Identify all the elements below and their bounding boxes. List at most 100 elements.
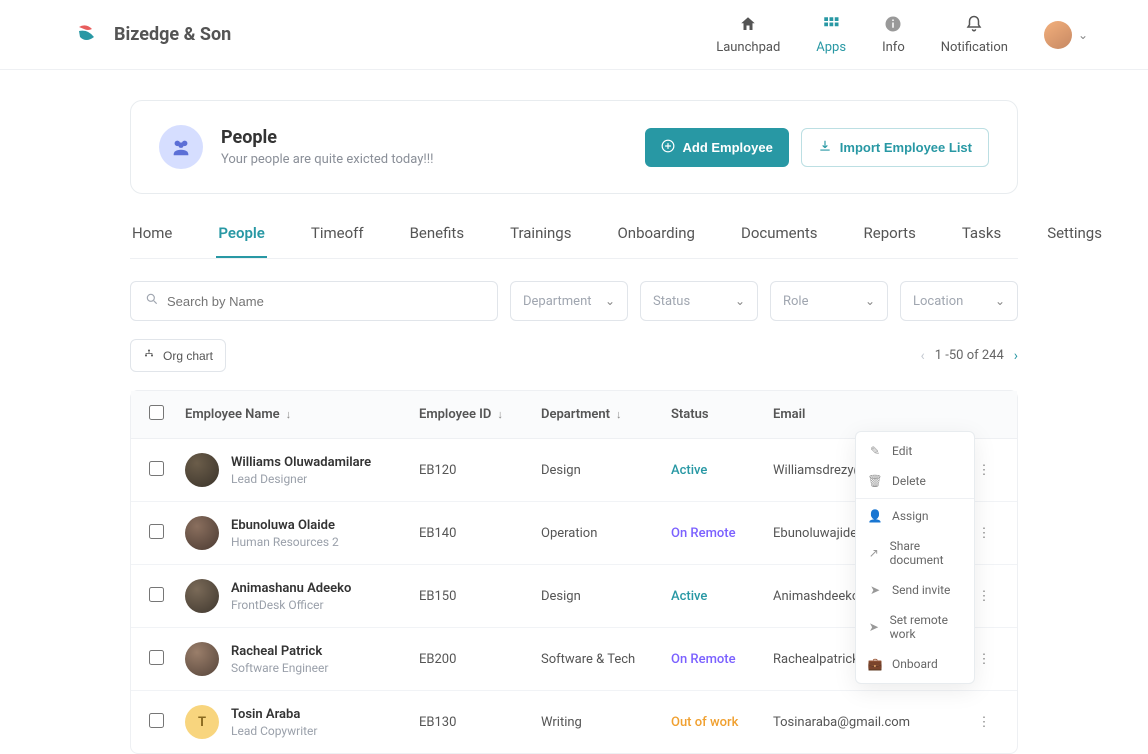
filter-location[interactable]: Location⌄ xyxy=(900,281,1018,321)
page-subtitle: Your people are quite exicted today!!! xyxy=(221,152,433,167)
pencil-icon: ✎ xyxy=(868,444,882,458)
employee-avatar xyxy=(185,516,219,550)
tab-trainings[interactable]: Trainings xyxy=(508,224,573,258)
brand-logo xyxy=(74,23,98,47)
nav-notification[interactable]: Notification xyxy=(941,14,1008,55)
row-checkbox[interactable] xyxy=(149,524,164,539)
topnav: Launchpad Apps Info Notification ⌄ xyxy=(716,14,1088,55)
search-input[interactable] xyxy=(167,294,483,309)
menu-assign[interactable]: 👤Assign xyxy=(856,501,974,531)
col-name[interactable]: Employee Name↓ xyxy=(185,407,419,422)
employee-id: EB200 xyxy=(419,652,541,667)
filter-department[interactable]: Department⌄ xyxy=(510,281,628,321)
nav-launchpad[interactable]: Launchpad xyxy=(716,14,780,55)
row-checkbox[interactable] xyxy=(149,713,164,728)
grid-icon xyxy=(821,14,841,34)
tab-onboarding[interactable]: Onboarding xyxy=(615,224,697,258)
org-chart-button[interactable]: Org chart xyxy=(130,339,226,372)
col-status[interactable]: Status xyxy=(671,407,773,422)
plus-icon xyxy=(661,139,675,156)
employee-role: FrontDesk Officer xyxy=(231,598,351,612)
user-avatar xyxy=(1044,21,1072,49)
employee-avatar xyxy=(185,453,219,487)
sort-icon: ↓ xyxy=(616,408,622,421)
filter-status[interactable]: Status⌄ xyxy=(640,281,758,321)
employee-avatar xyxy=(185,642,219,676)
people-icon xyxy=(159,125,203,169)
employee-name: Tosin Araba xyxy=(231,707,317,722)
employee-status: On Remote xyxy=(671,652,773,667)
employee-status: Active xyxy=(671,589,773,604)
bell-icon xyxy=(964,14,984,34)
employee-id: EB130 xyxy=(419,715,541,730)
employee-id: EB120 xyxy=(419,463,541,478)
menu-invite[interactable]: ➤Send invite xyxy=(856,575,974,605)
add-employee-button[interactable]: Add Employee xyxy=(645,128,789,167)
employee-dept: Operation xyxy=(541,526,671,541)
row-checkbox[interactable] xyxy=(149,461,164,476)
chevron-down-icon: ⌄ xyxy=(605,294,615,308)
row-checkbox[interactable] xyxy=(149,587,164,602)
tab-benefits[interactable]: Benefits xyxy=(408,224,467,258)
chevron-down-icon: ⌄ xyxy=(995,294,1005,308)
share-icon: ↗ xyxy=(868,546,880,560)
employee-role: Lead Designer xyxy=(231,472,371,486)
tab-home[interactable]: Home xyxy=(130,224,174,258)
user-menu[interactable]: ⌄ xyxy=(1044,21,1088,49)
employee-dept: Design xyxy=(541,589,671,604)
employee-status: Active xyxy=(671,463,773,478)
employee-name: Racheal Patrick xyxy=(231,644,328,659)
col-dept[interactable]: Department↓ xyxy=(541,407,671,422)
page-next[interactable]: › xyxy=(1014,348,1018,364)
menu-remote[interactable]: ➤Set remote work xyxy=(856,605,974,649)
menu-onboard[interactable]: 💼Onboard xyxy=(856,649,974,679)
info-icon xyxy=(883,14,903,34)
page-prev[interactable]: ‹ xyxy=(921,348,925,364)
employee-name: Animashanu Adeeko xyxy=(231,581,351,596)
briefcase-icon: 💼 xyxy=(868,657,882,671)
import-employee-button[interactable]: Import Employee List xyxy=(801,128,989,167)
tab-settings[interactable]: Settings xyxy=(1045,224,1104,258)
divider xyxy=(856,498,974,499)
send-icon: ➤ xyxy=(868,583,882,597)
employee-status: Out of work xyxy=(671,715,773,730)
employee-dept: Writing xyxy=(541,715,671,730)
sort-icon: ↓ xyxy=(286,408,292,421)
chevron-down-icon: ⌄ xyxy=(1078,28,1088,42)
tab-reports[interactable]: Reports xyxy=(862,224,918,258)
row-actions-button[interactable]: ⋮ xyxy=(969,715,999,730)
nav-apps[interactable]: Apps xyxy=(816,14,846,55)
chevron-down-icon: ⌄ xyxy=(865,294,875,308)
nav-info[interactable]: Info xyxy=(882,14,905,55)
menu-share[interactable]: ↗Share document xyxy=(856,531,974,575)
menu-delete[interactable]: 🗑Delete xyxy=(856,466,974,496)
select-all-checkbox[interactable] xyxy=(149,405,164,420)
employee-name: Williams Oluwadamilare xyxy=(231,455,371,470)
user-plus-icon: 👤 xyxy=(868,509,882,523)
col-email[interactable]: Email xyxy=(773,407,969,422)
hero-card: People Your people are quite exicted tod… xyxy=(130,100,1018,194)
employee-email: Tosinaraba@gmail.com xyxy=(773,715,969,730)
context-menu: ✎Edit 🗑Delete 👤Assign ↗Share document ➤S… xyxy=(855,431,975,684)
search-icon xyxy=(145,292,159,310)
topbar: Bizedge & Son Launchpad Apps Info Notifi… xyxy=(0,0,1148,70)
content: People Your people are quite exicted tod… xyxy=(0,70,1148,754)
employee-table: Employee Name↓ Employee ID↓ Department↓ … xyxy=(130,390,1018,754)
search-input-wrap[interactable] xyxy=(130,281,498,321)
sort-icon: ↓ xyxy=(497,408,503,421)
menu-edit[interactable]: ✎Edit xyxy=(856,436,974,466)
tabs: Home People Timeoff Benefits Trainings O… xyxy=(130,224,1018,259)
filter-role[interactable]: Role⌄ xyxy=(770,281,888,321)
col-id[interactable]: Employee ID↓ xyxy=(419,407,541,422)
toolbar-row: Org chart ‹ 1 -50 of 244 › xyxy=(130,339,1018,372)
tab-tasks[interactable]: Tasks xyxy=(960,224,1003,258)
tab-people[interactable]: People xyxy=(216,224,267,258)
tab-documents[interactable]: Documents xyxy=(739,224,820,258)
employee-name: Ebunoluwa Olaide xyxy=(231,518,339,533)
tab-timeoff[interactable]: Timeoff xyxy=(309,224,366,258)
brand-name: Bizedge & Son xyxy=(114,24,231,45)
employee-avatar xyxy=(185,579,219,613)
remote-icon: ➤ xyxy=(868,620,880,634)
chevron-down-icon: ⌄ xyxy=(735,294,745,308)
row-checkbox[interactable] xyxy=(149,650,164,665)
